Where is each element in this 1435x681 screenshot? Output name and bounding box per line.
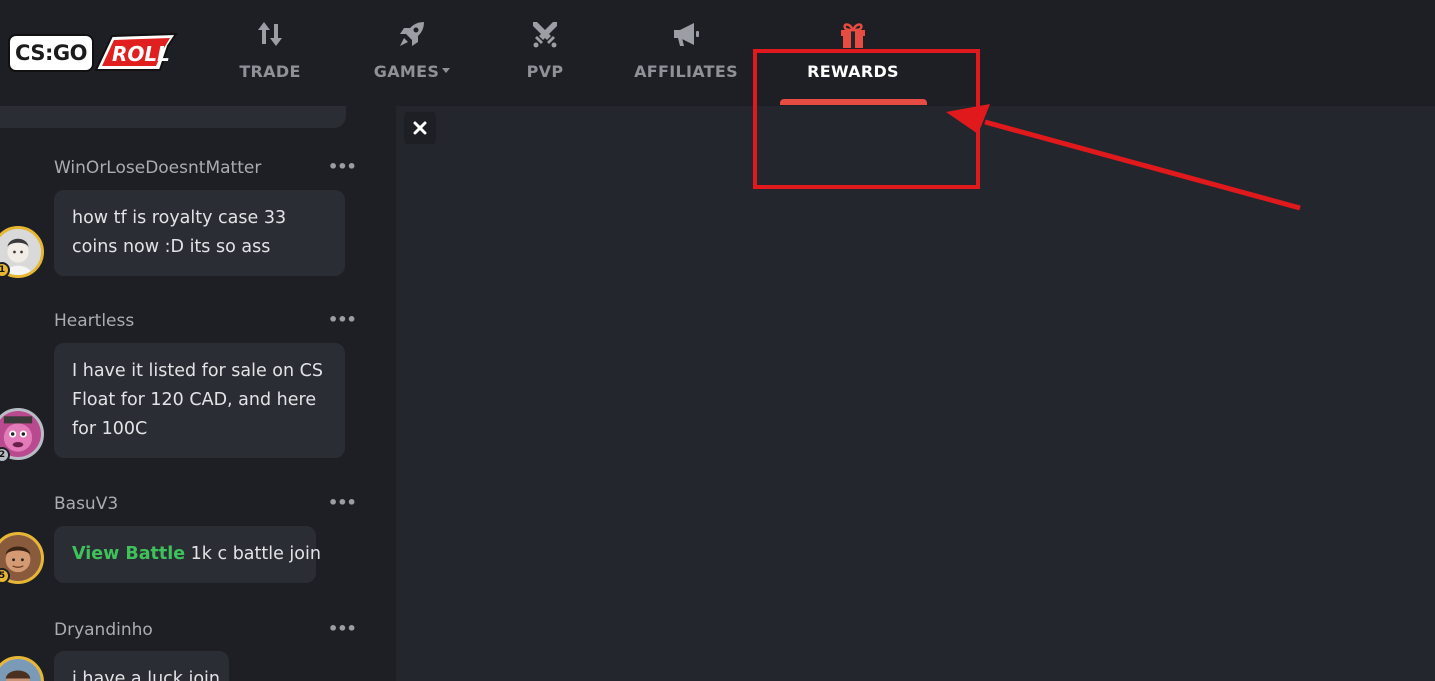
nav-rewards-label: REWARDS [807,62,899,81]
nav-affiliates[interactable]: AFFILIATES [634,14,738,104]
rocket-icon [392,14,432,54]
nav-trade[interactable]: TRADE [239,14,301,104]
crossed-swords-icon [525,14,565,54]
chat-message: Dryandinho ••• i have a luck join [0,620,396,681]
svg-text:ROLL: ROLL [112,42,170,66]
nav-pvp[interactable]: PVP [524,14,566,104]
nav-trade-label: TRADE [239,62,301,81]
arrows-up-down-icon [250,14,290,54]
chat-message-text: I have it listed for sale on CS Float fo… [54,343,345,458]
chat-username[interactable]: WinOrLoseDoesntMatter [54,158,261,178]
chat-message-text: View Battle 1k c battle join [54,526,321,583]
nav-games-text: GAMES [373,62,440,81]
chat-message-body: 1k c battle join [185,544,321,564]
chat-message: BasuV3 ••• 5 View Battle 1k c battle joi… [0,494,396,594]
chat-message: WinOrLoseDoesntMatter ••• 1 how tf is ro… [0,158,396,288]
top-navbar: CS:GO ROLL TRADE GAMES PVP AFFILIATES RE… [0,0,1435,106]
more-options-icon[interactable]: ••• [328,159,357,175]
more-options-icon[interactable]: ••• [328,312,357,328]
chat-message-bubble-previous [0,106,346,128]
level-badge: 2 [0,447,10,463]
chat-username[interactable]: Dryandinho [54,620,153,640]
megaphone-icon [666,14,706,54]
chat-message-text: how tf is royalty case 33 coins now :D i… [54,190,345,276]
chat-message-text: i have a luck join [54,651,229,681]
view-battle-link[interactable]: View Battle [72,544,185,564]
site-logo[interactable]: CS:GO ROLL [8,30,178,78]
chat-message: Heartless ••• 2 I have it listed for sal… [0,311,396,471]
nav-games-label: GAMES [373,62,451,81]
chevron-down-icon [442,68,451,73]
active-tab-indicator [780,99,927,105]
logo-roll-script: ROLL [94,32,178,71]
rewards-panel [396,106,1435,681]
avatar-image [0,659,41,681]
chat-username[interactable]: BasuV3 [54,494,118,514]
logo-wordmark: CS:GO [8,34,94,72]
nav-rewards[interactable]: REWARDS [804,14,902,104]
nav-games[interactable]: GAMES [372,14,452,104]
nav-pvp-label: PVP [526,62,564,81]
chat-sidebar[interactable]: WinOrLoseDoesntMatter ••• 1 how tf is ro… [0,106,396,681]
gift-icon [833,14,873,54]
more-options-icon[interactable]: ••• [328,621,357,637]
close-button[interactable] [404,112,436,144]
chat-username[interactable]: Heartless [54,311,134,331]
app: CS:GO ROLL TRADE GAMES PVP AFFILIATES RE… [0,0,1435,681]
avatar[interactable] [0,656,44,681]
more-options-icon[interactable]: ••• [328,495,357,511]
nav-affiliates-label: AFFILIATES [634,62,738,81]
close-icon [413,121,427,135]
